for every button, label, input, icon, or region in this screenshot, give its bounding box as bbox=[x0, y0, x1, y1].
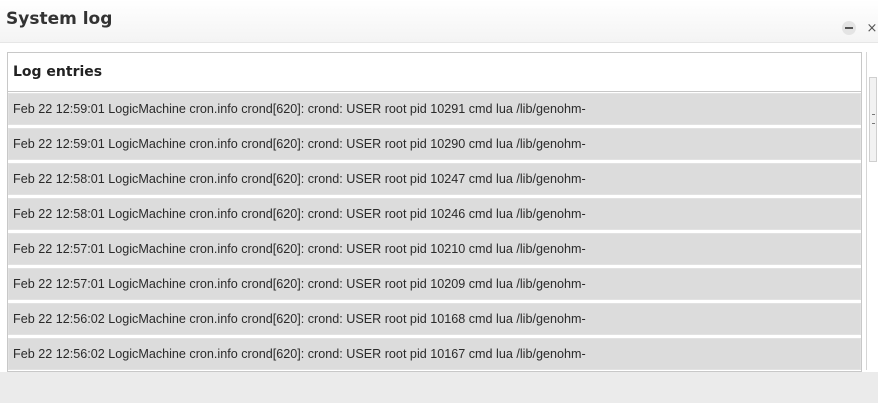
log-text: Feb 22 12:57:01 LogicMachine cron.info c… bbox=[13, 242, 586, 256]
panel-title: Log entries bbox=[13, 64, 103, 80]
log-text: Feb 22 12:58:01 LogicMachine cron.info c… bbox=[13, 207, 586, 221]
window-title: System log bbox=[6, 9, 113, 29]
vertical-scrollbar[interactable] bbox=[866, 52, 878, 370]
title-bar: System log × bbox=[0, 0, 878, 43]
panel-header: Log entries bbox=[8, 53, 861, 92]
log-list: Feb 22 12:59:01 LogicMachine cron.info c… bbox=[8, 93, 861, 371]
log-row[interactable]: Feb 22 12:58:01 LogicMachine cron.info c… bbox=[8, 198, 861, 230]
log-row[interactable]: Feb 22 12:57:01 LogicMachine cron.info c… bbox=[8, 268, 861, 300]
log-row[interactable]: Feb 22 12:58:01 LogicMachine cron.info c… bbox=[8, 163, 861, 195]
log-row[interactable]: Feb 22 12:59:01 LogicMachine cron.info c… bbox=[8, 128, 861, 160]
scroll-thumb[interactable] bbox=[869, 77, 877, 162]
log-text: Feb 22 12:58:01 LogicMachine cron.info c… bbox=[13, 172, 586, 186]
log-row[interactable]: Feb 22 12:59:01 LogicMachine cron.info c… bbox=[8, 93, 861, 125]
log-text: Feb 22 12:56:02 LogicMachine cron.info c… bbox=[13, 347, 586, 361]
grip-icon bbox=[872, 114, 875, 124]
log-text: Feb 22 12:59:01 LogicMachine cron.info c… bbox=[13, 102, 586, 116]
log-text: Feb 22 12:59:01 LogicMachine cron.info c… bbox=[13, 137, 586, 151]
log-row[interactable]: Feb 22 12:56:02 LogicMachine cron.info c… bbox=[8, 338, 861, 370]
footer-bar bbox=[0, 372, 878, 403]
system-log-window: System log × Log entries Feb 22 12:59:01… bbox=[0, 0, 878, 403]
minimize-button[interactable] bbox=[842, 21, 856, 35]
close-button[interactable]: × bbox=[866, 21, 878, 36]
log-entries-panel: Log entries Feb 22 12:59:01 LogicMachine… bbox=[7, 52, 862, 372]
log-text: Feb 22 12:57:01 LogicMachine cron.info c… bbox=[13, 277, 586, 291]
log-row[interactable]: Feb 22 12:57:01 LogicMachine cron.info c… bbox=[8, 233, 861, 265]
minus-icon bbox=[845, 27, 853, 29]
log-row[interactable]: Feb 22 12:56:02 LogicMachine cron.info c… bbox=[8, 303, 861, 335]
log-text: Feb 22 12:56:02 LogicMachine cron.info c… bbox=[13, 312, 586, 326]
